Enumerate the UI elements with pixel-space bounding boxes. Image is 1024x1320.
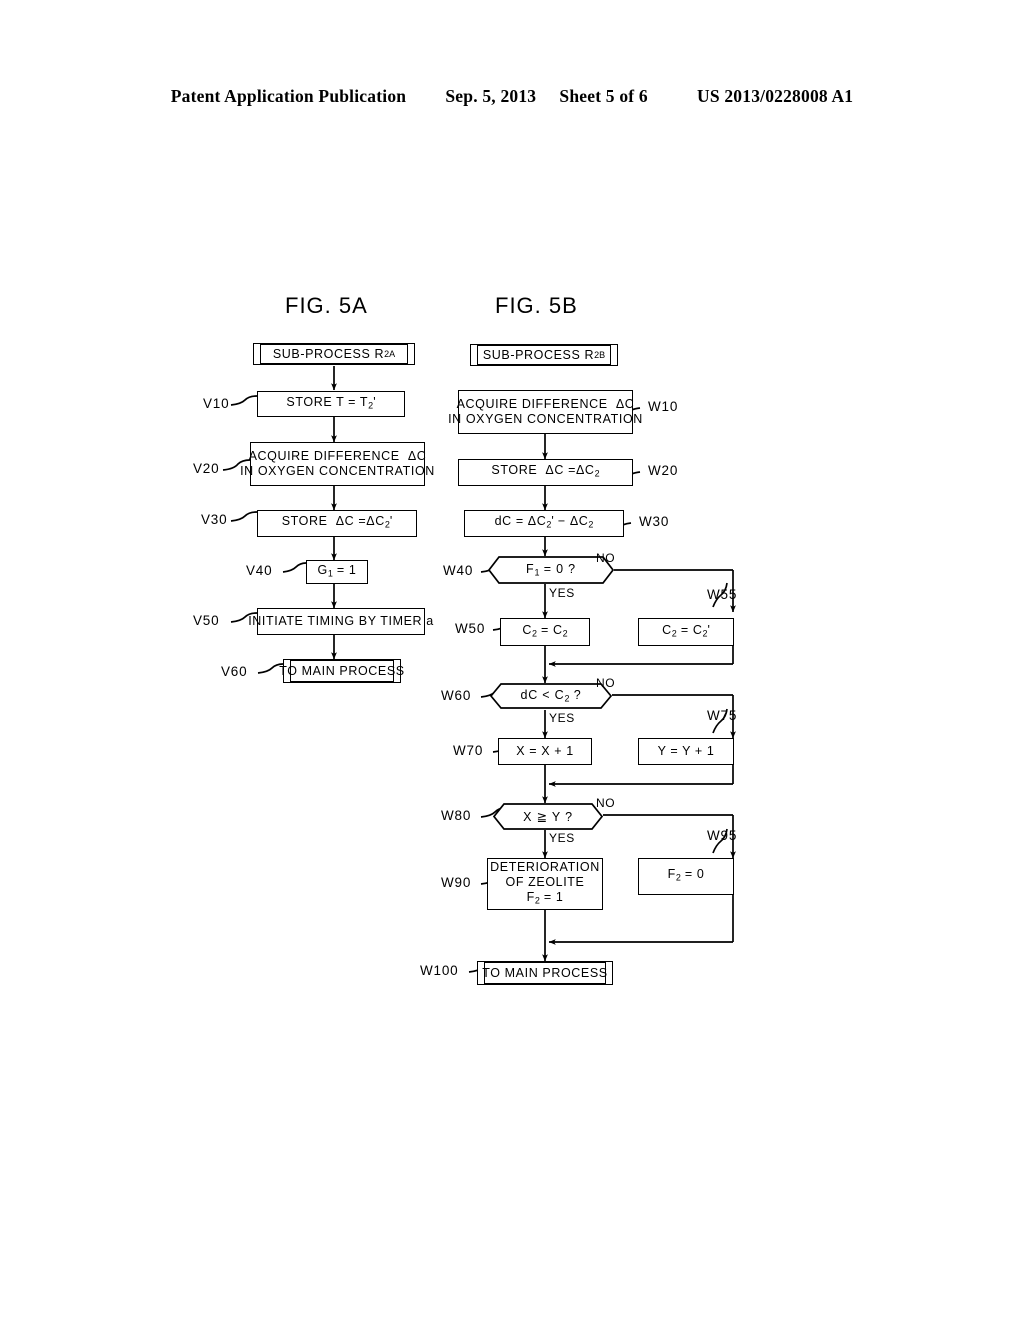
ref-label-w95: W95 — [707, 828, 738, 843]
end-terminator-5a-label: TO MAIN PROCESS — [279, 660, 404, 682]
process-box-v10-label: STORE T = T2' — [286, 394, 376, 411]
end-terminator-5b-label: TO MAIN PROCESS — [482, 962, 607, 984]
process-box-v20: ACQUIRE DIFFERENCE ΔC IN OXYGEN CONCENTR… — [240, 442, 434, 486]
start-terminator-5b-label: SUB-PROCESS R 2B — [477, 345, 611, 365]
process-box-w10-line1: ACQUIRE DIFFERENCE ΔC — [456, 397, 635, 411]
process-box-v50-label: INITIATE TIMING BY TIMER a — [248, 614, 434, 628]
start-terminator-5a-label: SUB-PROCESS R 2A — [260, 344, 408, 364]
process-box-w95: F2 = 0 — [638, 858, 734, 895]
process-box-v40-label: G1 = 1 — [317, 562, 357, 579]
ref-label-v10: V10 — [203, 396, 230, 411]
process-box-v20-line2: IN OXYGEN CONCENTRATION — [240, 464, 435, 478]
branch-label-w40-no: NO — [596, 551, 616, 565]
process-box-w55-label: C2 = C2' — [662, 622, 710, 639]
ref-label-v40: V40 — [246, 563, 273, 578]
ref-label-w80: W80 — [441, 808, 472, 823]
ref-label-w60: W60 — [441, 688, 472, 703]
process-box-w90-line1: DETERIORATION — [490, 859, 600, 874]
branch-label-w80-no: NO — [596, 796, 616, 810]
process-box-w90-line3: F2 = 1 — [526, 889, 564, 906]
process-box-v50: INITIATE TIMING BY TIMER a — [248, 608, 433, 635]
ref-label-w100: W100 — [420, 963, 459, 978]
ref-label-w75: W75 — [707, 708, 738, 723]
process-box-v10: STORE T = T2' — [257, 391, 405, 417]
process-box-w55: C2 = C2' — [638, 618, 734, 646]
ref-label-v20: V20 — [193, 461, 220, 476]
process-box-v40: G1 = 1 — [306, 560, 368, 584]
process-box-w10-line2: IN OXYGEN CONCENTRATION — [448, 412, 643, 426]
figure-title-5a: FIG. 5A — [285, 293, 368, 318]
branch-label-w40-yes: YES — [549, 586, 575, 600]
start-terminator-5a: SUB-PROCESS R 2A — [253, 343, 415, 365]
ref-label-w10: W10 — [648, 399, 679, 414]
ref-label-v30: V30 — [201, 512, 228, 527]
process-box-v30: STORE ΔC =ΔC2' — [257, 510, 417, 537]
decision-box-w80-label: X ≧ Y ? — [523, 810, 573, 824]
process-box-w10: ACQUIRE DIFFERENCE ΔC IN OXYGEN CONCENTR… — [448, 390, 642, 434]
ref-label-w55: W55 — [707, 587, 738, 602]
ref-label-v50: V50 — [193, 613, 220, 628]
ref-label-w50: W50 — [455, 621, 486, 636]
flowchart-connectors — [222, 366, 736, 973]
start-terminator-5b: SUB-PROCESS R 2B — [470, 344, 618, 366]
process-box-w20: STORE ΔC =ΔC2 — [458, 459, 633, 486]
end-terminator-5b: TO MAIN PROCESS — [477, 961, 613, 985]
process-box-w30: dC = ΔC2' − ΔC2 — [464, 510, 624, 537]
decision-box-w80: X ≧ Y ? — [493, 803, 603, 830]
branch-label-w60-yes: YES — [549, 711, 575, 725]
process-box-v30-label: STORE ΔC =ΔC2' — [281, 514, 393, 530]
ref-label-w30: W30 — [639, 514, 670, 529]
ref-label-w40: W40 — [443, 563, 474, 578]
process-box-w75: Y = Y + 1 — [638, 738, 734, 765]
patent-page: Patent Application Publication Sep. 5, 2… — [0, 0, 1024, 1320]
figure-title-5b: FIG. 5B — [495, 293, 578, 318]
process-box-w90: DETERIORATION OF ZEOLITE F2 = 1 — [487, 858, 603, 910]
end-terminator-5a: TO MAIN PROCESS — [279, 659, 404, 683]
process-box-w70-label: X = X + 1 — [516, 744, 574, 758]
ref-label-w90: W90 — [441, 875, 472, 890]
process-box-w50: C2 = C2 — [500, 618, 590, 646]
process-box-w75-label: Y = Y + 1 — [657, 744, 715, 758]
process-box-w30-label: dC = ΔC2' − ΔC2 — [494, 514, 594, 530]
figure-drawing-area: FIG. 5A SUB-PROCESS R 2A V10 STORE T = T2… — [0, 0, 1024, 1320]
process-box-w70: X = X + 1 — [498, 738, 592, 765]
branch-label-w80-yes: YES — [549, 831, 575, 845]
branch-label-w60-no: NO — [596, 676, 616, 690]
process-box-w90-line2: OF ZEOLITE — [505, 874, 585, 889]
ref-label-v60: V60 — [221, 664, 248, 679]
decision-box-w40-label: F1 = 0 ? — [526, 562, 576, 578]
ref-label-w70: W70 — [453, 743, 484, 758]
process-box-w20-label: STORE ΔC =ΔC2 — [491, 463, 600, 479]
ref-label-w20: W20 — [648, 463, 679, 478]
process-box-w50-label: C2 = C2 — [522, 622, 568, 639]
process-box-w95-label: F2 = 0 — [667, 867, 705, 883]
decision-box-w60-label: dC < C2 ? — [520, 688, 582, 704]
process-box-v20-line1: ACQUIRE DIFFERENCE ΔC — [248, 449, 427, 463]
decision-box-w60: dC < C2 ? — [490, 683, 612, 709]
